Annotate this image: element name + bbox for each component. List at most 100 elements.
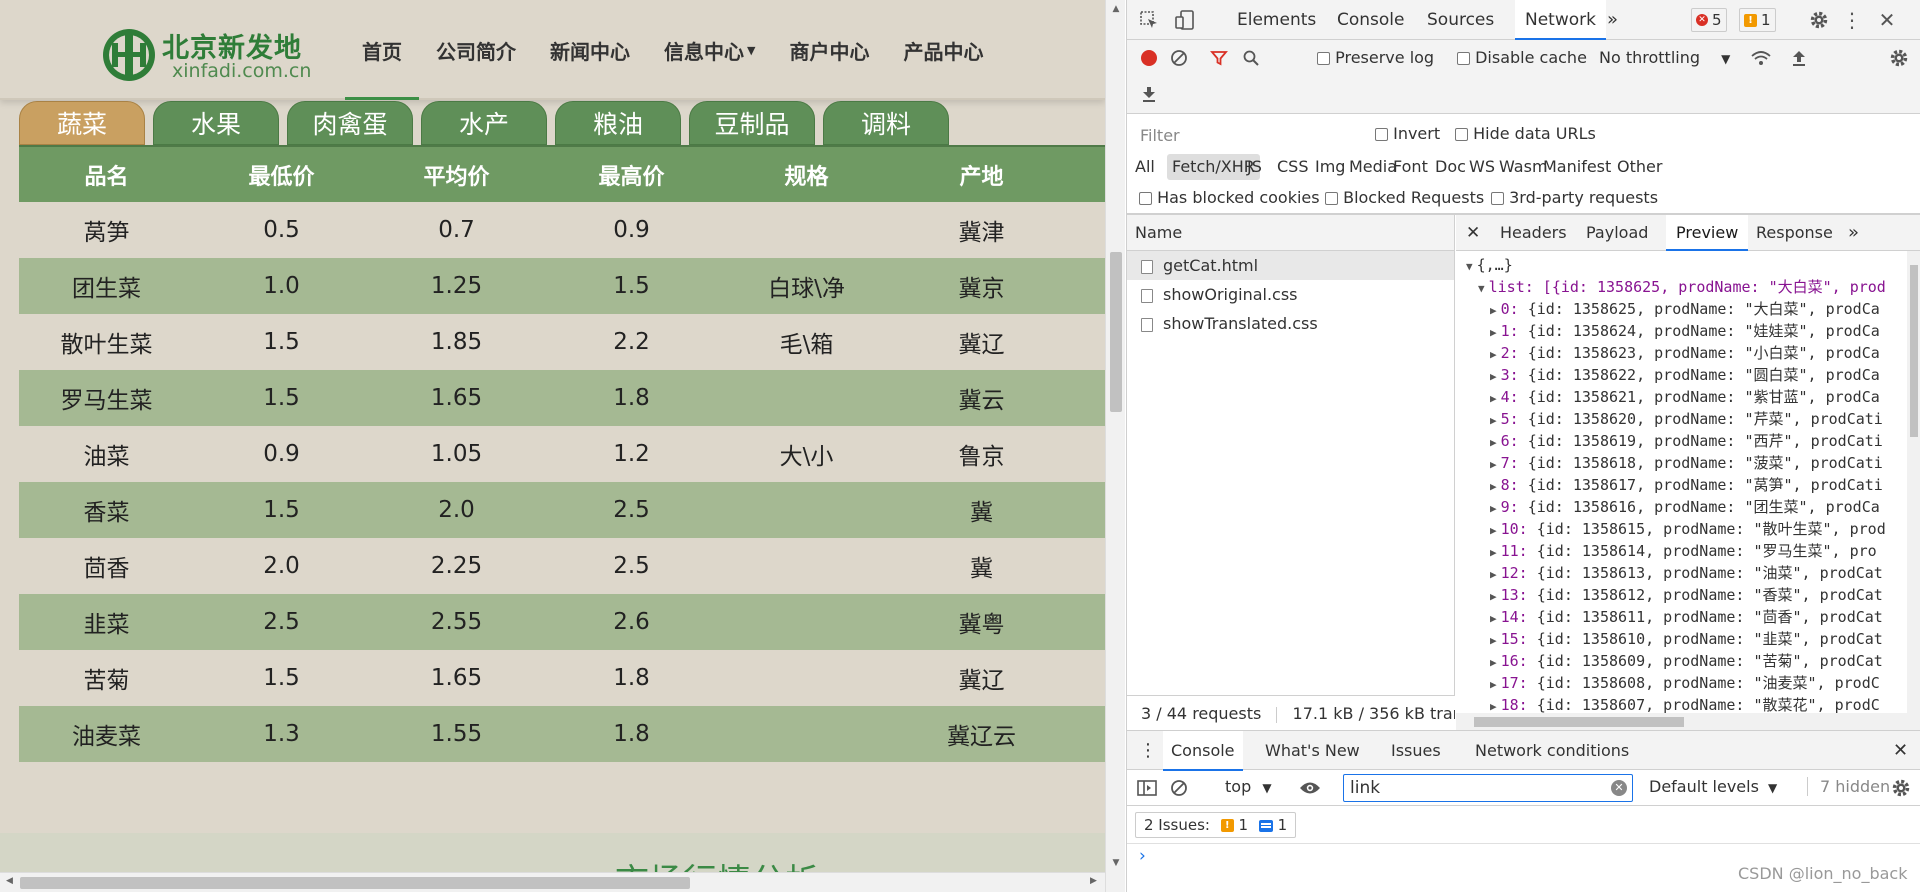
nav-item-company-intro[interactable]: 公司简介 bbox=[419, 0, 533, 100]
drawer-tab-whats-new[interactable]: What's New bbox=[1265, 731, 1360, 771]
scroll-down-arrow-icon[interactable]: ▼ bbox=[1106, 858, 1126, 868]
hide-data-urls-checkbox[interactable]: Hide data URLs bbox=[1455, 124, 1596, 143]
console-sidebar-icon[interactable] bbox=[1135, 776, 1159, 800]
warnings-counter[interactable]: ! 1 bbox=[1739, 8, 1776, 32]
issues-button[interactable]: 2 Issues: ! 1 1 bbox=[1135, 812, 1297, 838]
preserve-log-box[interactable] bbox=[1317, 52, 1330, 65]
site-logo[interactable]: 北京新发地 xinfadi.com.cn bbox=[100, 22, 330, 82]
tab-sources[interactable]: Sources bbox=[1427, 0, 1494, 40]
throttling-select[interactable]: No throttling ▼ bbox=[1599, 48, 1730, 67]
network-conditions-icon[interactable] bbox=[1749, 46, 1773, 70]
scroll-up-arrow-icon[interactable]: ▲ bbox=[1106, 4, 1126, 14]
json-list-item[interactable]: ▶ 0: {id: 1358625, prodName: "大白菜", prodC… bbox=[1490, 298, 1880, 320]
blocked-requests-box[interactable] bbox=[1325, 192, 1338, 205]
record-icon[interactable] bbox=[1137, 46, 1161, 70]
request-row[interactable]: showTranslated.css bbox=[1127, 309, 1454, 338]
json-root-node[interactable]: ▼ {,…} bbox=[1466, 254, 1513, 276]
json-list-item[interactable]: ▶ 8: {id: 1358617, prodName: "莴笋", prodCa… bbox=[1490, 474, 1883, 496]
settings-gear-icon[interactable] bbox=[1807, 8, 1831, 32]
hide-data-urls-box[interactable] bbox=[1455, 128, 1468, 141]
json-list-item[interactable]: ▶ 4: {id: 1358621, prodName: "紫甘蓝", prodC… bbox=[1490, 386, 1880, 408]
drawer-tab-network-conditions[interactable]: Network conditions bbox=[1475, 731, 1629, 771]
blocked-requests-checkbox[interactable]: Blocked Requests bbox=[1325, 188, 1484, 207]
tab-response[interactable]: Response bbox=[1756, 215, 1833, 251]
context-select[interactable]: top ▼ bbox=[1225, 777, 1272, 796]
console-filter-input[interactable]: link ✕ bbox=[1343, 774, 1633, 802]
inspect-element-icon[interactable] bbox=[1137, 8, 1161, 32]
disable-cache-checkbox[interactable]: Disable cache bbox=[1457, 48, 1587, 67]
type-filter-font[interactable]: Font bbox=[1393, 154, 1428, 180]
filter-input[interactable]: Filter bbox=[1135, 122, 1355, 148]
close-drawer-icon[interactable]: ✕ bbox=[1893, 731, 1908, 771]
type-filter-other[interactable]: Other bbox=[1617, 154, 1662, 180]
json-list-item[interactable]: ▶ 18: {id: 1358607, prodName: "散菜花", prod… bbox=[1490, 694, 1880, 713]
type-filter-js[interactable]: JS bbox=[1247, 154, 1262, 180]
type-filter-all[interactable]: All bbox=[1135, 154, 1155, 180]
invert-checkbox[interactable]: Invert bbox=[1375, 124, 1440, 143]
close-detail-icon[interactable]: ✕ bbox=[1466, 215, 1480, 251]
category-tab[interactable]: 豆制品 bbox=[689, 101, 815, 145]
category-tab[interactable]: 粮油 bbox=[555, 101, 681, 145]
json-list-item[interactable]: ▶ 9: {id: 1358616, prodName: "团生菜", prodC… bbox=[1490, 496, 1880, 518]
json-list-item[interactable]: ▶ 1: {id: 1358624, prodName: "娃娃菜", prodC… bbox=[1490, 320, 1880, 342]
disable-cache-box[interactable] bbox=[1457, 52, 1470, 65]
console-prompt[interactable]: › bbox=[1139, 846, 1146, 866]
nav-item-news-center[interactable]: 新闻中心 bbox=[533, 0, 647, 100]
search-icon[interactable] bbox=[1239, 46, 1263, 70]
more-tabs-icon[interactable]: » bbox=[1607, 0, 1618, 40]
close-devtools-icon[interactable]: ✕ bbox=[1875, 8, 1899, 32]
nav-item-merchant-center[interactable]: 商户中心 bbox=[772, 0, 886, 100]
has-blocked-cookies-checkbox[interactable]: Has blocked cookies bbox=[1139, 188, 1320, 207]
json-list-item[interactable]: ▶ 10: {id: 1358615, prodName: "散叶生菜", pro… bbox=[1490, 518, 1886, 540]
export-har-icon[interactable] bbox=[1137, 82, 1161, 106]
preview-vertical-scrollbar[interactable] bbox=[1907, 251, 1920, 713]
tab-payload[interactable]: Payload bbox=[1586, 215, 1648, 251]
drawer-menu-icon[interactable]: ⋮ bbox=[1139, 731, 1157, 771]
network-settings-gear-icon[interactable] bbox=[1887, 46, 1911, 70]
more-options-icon[interactable]: ⋮ bbox=[1842, 8, 1862, 32]
vertical-scroll-thumb[interactable] bbox=[1110, 252, 1122, 412]
type-filter-doc[interactable]: Doc bbox=[1435, 154, 1466, 180]
device-toolbar-icon[interactable] bbox=[1173, 8, 1197, 32]
has-blocked-cookies-box[interactable] bbox=[1139, 192, 1152, 205]
tab-headers[interactable]: Headers bbox=[1500, 215, 1567, 251]
tab-network[interactable]: Network bbox=[1515, 0, 1606, 40]
json-list-item[interactable]: ▶ 12: {id: 1358613, prodName: "油菜", prodC… bbox=[1490, 562, 1883, 584]
scroll-left-arrow-icon[interactable]: ◀ bbox=[6, 876, 13, 886]
json-list-item[interactable]: ▶ 13: {id: 1358612, prodName: "香菜", prodC… bbox=[1490, 584, 1883, 606]
json-list-item[interactable]: ▶ 6: {id: 1358619, prodName: "西芹", prodCa… bbox=[1490, 430, 1883, 452]
preview-scroll-thumb[interactable] bbox=[1910, 265, 1918, 437]
category-tab[interactable]: 水产 bbox=[421, 101, 547, 145]
preview-hscroll-thumb[interactable] bbox=[1474, 717, 1684, 727]
json-list-node[interactable]: ▼ list: [{id: 1358625, prodName: "大白菜", p… bbox=[1478, 276, 1886, 298]
log-levels-select[interactable]: Default levels ▼ bbox=[1649, 777, 1777, 796]
type-filter-fetch-xhr[interactable]: Fetch/XHR bbox=[1167, 154, 1260, 180]
request-row[interactable]: getCat.html bbox=[1127, 251, 1454, 280]
category-tab[interactable]: 蔬菜 bbox=[19, 101, 145, 145]
json-list-item[interactable]: ▶ 16: {id: 1358609, prodName: "苦菊", prodC… bbox=[1490, 650, 1883, 672]
nav-item-home[interactable]: 首页 bbox=[345, 0, 419, 100]
type-filter-ws[interactable]: WS bbox=[1469, 154, 1495, 180]
clear-icon[interactable] bbox=[1167, 46, 1191, 70]
category-tab[interactable]: 肉禽蛋 bbox=[287, 101, 413, 145]
drawer-tab-console[interactable]: Console bbox=[1163, 731, 1243, 771]
request-row[interactable]: showOriginal.css bbox=[1127, 280, 1454, 309]
preserve-log-checkbox[interactable]: Preserve log bbox=[1317, 48, 1434, 67]
more-detail-tabs-icon[interactable]: » bbox=[1848, 215, 1859, 251]
name-column-header[interactable]: Name bbox=[1127, 215, 1454, 251]
scroll-right-arrow-icon[interactable]: ▶ bbox=[1090, 876, 1097, 886]
nav-item-product-center[interactable]: 产品中心 bbox=[886, 0, 1000, 100]
json-list-item[interactable]: ▶ 7: {id: 1358618, prodName: "菠菜", prodCa… bbox=[1490, 452, 1883, 474]
page-horizontal-scrollbar[interactable]: ◀ ▶ bbox=[0, 872, 1105, 892]
category-tab[interactable]: 水果 bbox=[153, 101, 279, 145]
nav-item-info-center[interactable]: 信息中心 ▼ bbox=[647, 0, 772, 100]
preview-horizontal-scrollbar[interactable] bbox=[1456, 713, 1920, 731]
third-party-box[interactable] bbox=[1491, 192, 1504, 205]
type-filter-media[interactable]: Media bbox=[1349, 154, 1397, 180]
json-list-item[interactable]: ▶ 15: {id: 1358610, prodName: "韭菜", prodC… bbox=[1490, 628, 1883, 650]
json-list-item[interactable]: ▶ 3: {id: 1358622, prodName: "圆白菜", prodC… bbox=[1490, 364, 1880, 386]
json-list-item[interactable]: ▶ 2: {id: 1358623, prodName: "小白菜", prodC… bbox=[1490, 342, 1880, 364]
page-vertical-scrollbar[interactable]: ▲ ▼ bbox=[1105, 0, 1125, 892]
tab-console[interactable]: Console bbox=[1337, 0, 1405, 40]
third-party-checkbox[interactable]: 3rd-party requests bbox=[1491, 188, 1658, 207]
